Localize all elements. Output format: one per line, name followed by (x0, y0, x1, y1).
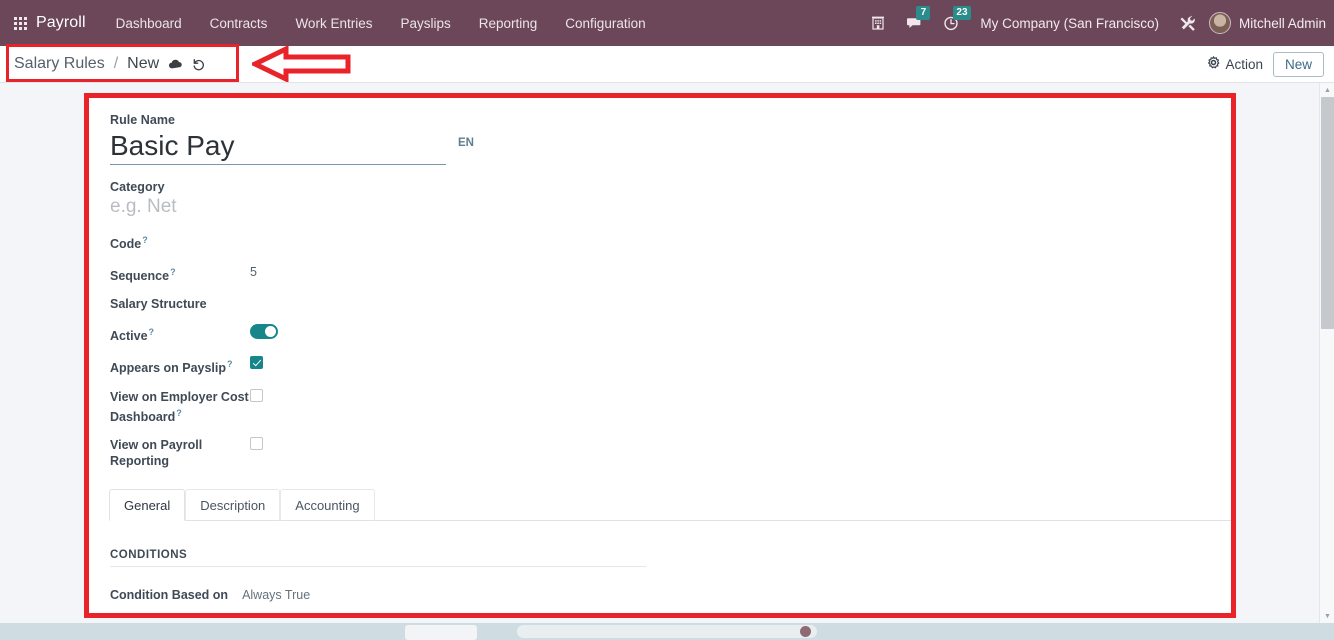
activities-count-badge: 23 (953, 6, 971, 20)
grid-apps-icon (13, 16, 27, 30)
breadcrumb-separator: / (113, 55, 119, 72)
sequence-label: Sequence? (110, 267, 176, 284)
messages-count-badge: 7 (916, 6, 931, 20)
active-toggle-wrap (250, 324, 278, 343)
conditions-section-title: CONDITIONS (110, 549, 646, 567)
user-avatar[interactable] (1208, 12, 1231, 34)
os-taskbar (0, 623, 1334, 640)
employer-cost-checkbox-wrap (250, 388, 263, 406)
tab-description[interactable]: Description (185, 488, 281, 521)
field-row-code: Code? (110, 232, 1236, 252)
scroll-down-arrow-icon[interactable]: ▼ (1320, 609, 1334, 623)
active-toggle[interactable] (250, 324, 278, 340)
appears-on-payslip-label: Appears on Payslip? (110, 359, 233, 376)
sequence-tooltip-icon[interactable]: ? (170, 267, 176, 277)
language-badge-en[interactable]: EN (458, 137, 474, 149)
scroll-up-arrow-icon[interactable]: ▲ (1320, 83, 1334, 97)
debug-tools-icon[interactable] (1171, 0, 1207, 46)
rule-name-label: Rule Name (110, 113, 176, 127)
apps-menu-icon[interactable] (0, 16, 34, 30)
app-brand-payroll[interactable]: Payroll (34, 14, 102, 32)
cloud-save-icon[interactable] (168, 58, 183, 71)
field-row-appears-on-payslip: Appears on Payslip? (110, 356, 1236, 376)
rule-name-field-wrap: Basic Pay EN (110, 127, 474, 165)
messages-icon[interactable]: 7 (897, 0, 932, 46)
top-navbar: Payroll Dashboard Contracts Work Entries… (0, 0, 1334, 46)
menu-item-contracts[interactable]: Contracts (196, 0, 282, 46)
gear-icon (1207, 56, 1220, 72)
app-root: Payroll Dashboard Contracts Work Entries… (0, 0, 1334, 640)
taskbar-app-icon[interactable] (800, 626, 811, 637)
company-selector[interactable]: My Company (San Francisco) (970, 16, 1169, 31)
condition-based-on-value[interactable]: Always True (242, 588, 310, 602)
main-menu: Dashboard Contracts Work Entries Payslip… (102, 0, 660, 46)
appears-on-payslip-tooltip-icon[interactable]: ? (227, 359, 233, 369)
active-tooltip-icon[interactable]: ? (149, 327, 155, 337)
payroll-reporting-label: View on Payroll Reporting (110, 437, 203, 468)
field-row-salary-structure: Salary Structure (110, 296, 1236, 312)
discard-undo-icon[interactable] (192, 58, 206, 71)
active-label: Active? (110, 327, 155, 344)
category-input[interactable]: e.g. Net (110, 194, 1236, 220)
form-sheet: Rule Name Basic Pay EN Category e.g. Net… (84, 93, 1236, 618)
vertical-scrollbar[interactable]: ▲ ▼ (1319, 83, 1334, 623)
condition-based-on-row: Condition Based on Always True (110, 588, 1236, 602)
breadcrumb-current-new: New (127, 55, 160, 72)
category-label: Category (110, 180, 165, 194)
rule-name-group: Rule Name Basic Pay EN (110, 113, 1236, 165)
action-button[interactable]: Action (1207, 56, 1263, 72)
field-row-active: Active? (110, 324, 1236, 344)
navbar-right-tools: 7 23 My Company (San Francisco) Mitchell… (861, 0, 1334, 46)
user-menu-label[interactable]: Mitchell Admin (1239, 16, 1330, 31)
sequence-input[interactable]: 5 (250, 264, 257, 280)
payroll-reporting-checkbox[interactable] (250, 436, 263, 450)
taskbar-item[interactable] (405, 625, 477, 640)
category-group: Category e.g. Net (110, 180, 1236, 220)
field-row-employer-cost-dashboard: View on Employer Cost Dashboard? (110, 388, 1236, 425)
control-panel-actions: Action New (1207, 51, 1334, 77)
rule-name-input[interactable]: Basic Pay (110, 127, 446, 163)
menu-item-payslips[interactable]: Payslips (386, 0, 464, 46)
form-body: Rule Name Basic Pay EN Category e.g. Net… (84, 93, 1236, 618)
employer-cost-dashboard-checkbox[interactable] (250, 388, 263, 402)
menu-item-configuration[interactable]: Configuration (551, 0, 659, 46)
salary-structure-label: Salary Structure (110, 297, 207, 312)
menu-item-dashboard[interactable]: Dashboard (102, 0, 196, 46)
menu-item-work-entries[interactable]: Work Entries (281, 0, 386, 46)
enterprise-building-icon[interactable] (861, 0, 895, 46)
breadcrumb: Salary Rules / New (0, 55, 206, 73)
tab-general[interactable]: General (109, 488, 186, 521)
field-row-sequence: Sequence? 5 (110, 264, 1236, 284)
taskbar-search[interactable] (517, 625, 817, 638)
appears-on-payslip-checkbox[interactable] (250, 356, 263, 370)
payroll-reporting-checkbox-wrap (250, 436, 263, 454)
code-tooltip-icon[interactable]: ? (142, 235, 148, 245)
control-panel: Salary Rules / New Action New (0, 46, 1334, 83)
scrollbar-thumb[interactable] (1321, 97, 1334, 329)
tab-pane-general: CONDITIONS Condition Based on Always Tru… (110, 521, 1236, 618)
condition-based-on-label: Condition Based on (110, 587, 229, 602)
tab-accounting[interactable]: Accounting (280, 488, 375, 521)
employer-cost-tooltip-icon[interactable]: ? (176, 408, 182, 418)
form-notebook-tabs: General Description Accounting (109, 488, 1235, 521)
appears-on-payslip-checkbox-wrap (250, 356, 263, 373)
code-label: Code? (110, 235, 148, 252)
employer-cost-dashboard-label: View on Employer Cost Dashboard? (110, 389, 249, 424)
new-record-button[interactable]: New (1272, 51, 1324, 77)
activities-clock-icon[interactable]: 23 (934, 0, 971, 46)
action-button-label: Action (1225, 56, 1263, 72)
rule-name-underline (110, 164, 446, 165)
breadcrumb-parent-salary-rules[interactable]: Salary Rules (14, 55, 105, 73)
menu-item-reporting[interactable]: Reporting (465, 0, 552, 46)
field-row-payroll-reporting: View on Payroll Reporting (110, 436, 1236, 469)
